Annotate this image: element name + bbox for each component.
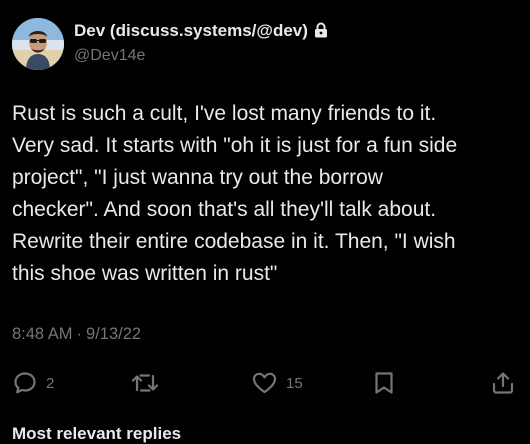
reply-icon — [12, 370, 38, 396]
author-display-name-row[interactable]: Dev (discuss.systems/@dev) — [74, 20, 328, 44]
replies-sort-label[interactable]: Most relevant replies — [12, 424, 181, 444]
tweet-text: Rust is such a cult, I've lost many frie… — [12, 102, 458, 285]
lock-icon — [314, 22, 328, 44]
like-count: 15 — [286, 374, 303, 392]
avatar[interactable] — [12, 18, 64, 70]
bookmark-button[interactable] — [372, 367, 396, 399]
heart-icon — [251, 370, 278, 396]
reply-button[interactable]: 2 — [12, 367, 54, 399]
author-names: Dev (discuss.systems/@dev) @Dev14e — [74, 20, 328, 67]
retweet-button[interactable] — [131, 367, 167, 399]
share-icon — [490, 370, 516, 396]
tweet-header: Dev (discuss.systems/@dev) @Dev14e — [12, 18, 518, 70]
meta-separator: · — [76, 325, 83, 343]
share-button[interactable] — [490, 367, 516, 399]
action-bar: 2 15 — [0, 367, 530, 399]
tweet-date: 9/13/22 — [86, 325, 142, 343]
tweet-time: 8:48 AM — [12, 325, 73, 343]
author-handle[interactable]: @Dev14e — [74, 45, 328, 67]
like-button[interactable]: 15 — [251, 367, 303, 399]
tweet-timestamp[interactable]: 8:48 AM · 9/13/22 — [12, 325, 141, 344]
author-display-name[interactable]: Dev (discuss.systems/@dev) — [74, 21, 308, 40]
retweet-icon — [131, 370, 159, 396]
bookmark-icon — [372, 370, 396, 396]
reply-count: 2 — [46, 374, 55, 392]
